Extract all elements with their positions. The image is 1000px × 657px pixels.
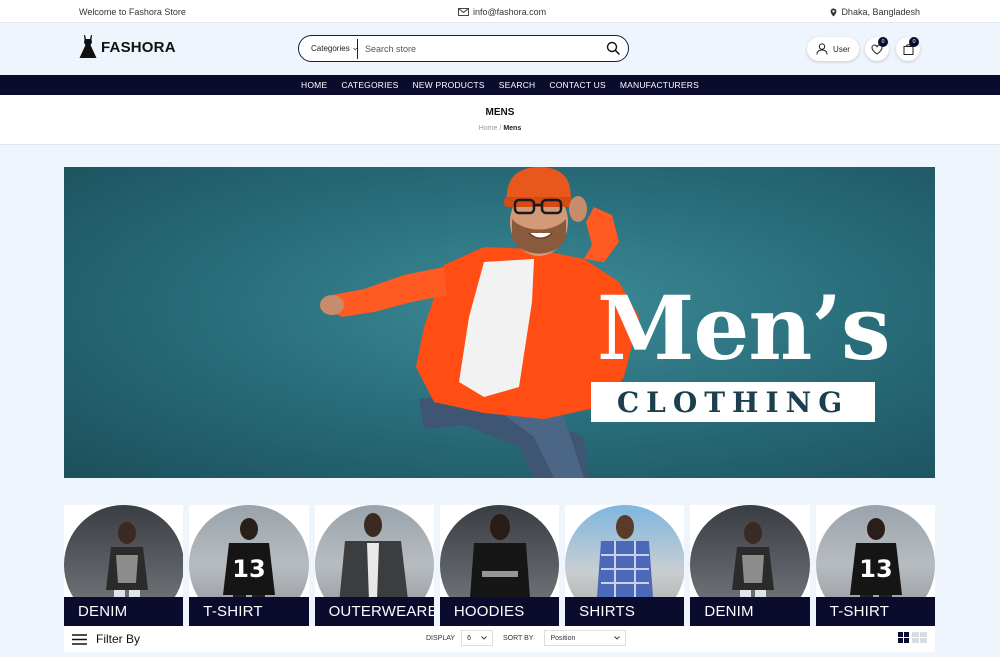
category-banner[interactable]: Men’s CLOTHING [64, 167, 935, 478]
category-label: HOODIES [439, 597, 560, 626]
display-select[interactable]: 6 [461, 630, 493, 646]
logo-text: FASHORA [101, 38, 176, 56]
mail-icon [458, 8, 469, 16]
category-label: SHIRTS [565, 597, 685, 626]
sort-control: SORT BY [503, 630, 538, 646]
location-pin-icon [831, 8, 837, 16]
store-location-text: Dhaka, Bangladesh [841, 7, 920, 17]
display-control: DISPLAY 6 SORT BY Position [426, 630, 627, 646]
category-card-t-shirt[interactable]: 13 T-SHIRT [189, 505, 309, 626]
search-bar: Categories [298, 35, 629, 62]
category-label: DENIM [64, 597, 184, 626]
category-card-outerweare[interactable]: OUTERWEARE [314, 505, 434, 626]
display-value: 6 [467, 634, 471, 642]
store-location: Dhaka, Bangladesh [830, 7, 920, 17]
banner-subline: CLOTHING [616, 385, 850, 419]
main-nav: HOME CATEGORIES NEW PRODUCTS SEARCH CONT… [0, 75, 1000, 95]
category-label: T-SHIRT [189, 597, 309, 626]
page-title: MENS [485, 107, 515, 118]
svg-text:13: 13 [233, 555, 266, 583]
menu-icon [72, 633, 87, 645]
category-card-hoodies[interactable]: HOODIES [439, 505, 560, 626]
nav-item-new-products[interactable]: NEW PRODUCTS [412, 80, 484, 90]
cart-button[interactable]: 0 [896, 37, 920, 61]
contact-email-text: info@fashora.com [473, 7, 547, 17]
filter-bar: Filter By DISPLAY 6 SORT BY Position [64, 626, 935, 652]
view-toggle [898, 632, 927, 643]
user-button-label: User [833, 44, 850, 54]
nav-item-contact-us[interactable]: CONTACT US [549, 80, 605, 90]
breadcrumb: Home / Mens [0, 125, 1000, 132]
user-button[interactable]: User [807, 37, 859, 61]
welcome-text: Welcome to Fashora Store [79, 7, 186, 17]
list-view-icon[interactable] [912, 632, 927, 643]
filter-by-label: Filter By [96, 632, 141, 646]
main-header: FASHORA Categories User 0 0 [0, 23, 1000, 75]
category-card-denim[interactable]: DENIM [64, 505, 184, 626]
chevron-down-icon [614, 636, 621, 640]
display-label: DISPLAY [426, 634, 456, 642]
contact-email[interactable]: info@fashora.com [458, 7, 546, 17]
banner-headline: Men’s [597, 276, 891, 380]
cart-count: 0 [909, 37, 919, 47]
category-select-label: Categories [311, 44, 350, 53]
nav-item-categories[interactable]: CATEGORIES [341, 80, 398, 90]
category-card-shirts[interactable]: SHIRTS [565, 505, 685, 626]
svg-text:13: 13 [859, 555, 892, 583]
dress-icon [79, 35, 97, 58]
category-list: DENIM 13 T-SHIRT OUTERWEARE HOODIES SHIR… [64, 505, 935, 626]
grid-view-icon[interactable] [898, 632, 909, 643]
wishlist-button[interactable]: 0 [865, 37, 889, 61]
category-label: DENIM [690, 597, 810, 626]
store-logo[interactable]: FASHORA [79, 35, 176, 59]
filter-by-toggle[interactable]: Filter By [72, 632, 140, 646]
nav-item-search[interactable]: SEARCH [499, 80, 536, 90]
user-icon [816, 43, 828, 55]
category-card-t-shirt-2[interactable]: 13 T-SHIRT [815, 505, 935, 626]
breadcrumb-home[interactable]: Home [479, 125, 498, 132]
wishlist-count: 0 [878, 37, 888, 47]
sort-value: Position [550, 634, 576, 642]
page-title-bar: MENS Home / Mens [0, 95, 1000, 145]
sort-label: SORT BY [502, 634, 534, 642]
search-input[interactable] [358, 43, 593, 54]
breadcrumb-current: Mens [503, 125, 522, 132]
top-bar: Welcome to Fashora Store info@fashora.co… [0, 0, 1000, 23]
breadcrumb-separator: / [499, 125, 502, 132]
category-select[interactable]: Categories [299, 44, 357, 53]
nav-item-manufacturers[interactable]: MANUFACTURERS [620, 80, 699, 90]
search-icon[interactable] [606, 41, 620, 55]
sort-select[interactable]: Position [544, 630, 627, 646]
chevron-down-icon [481, 636, 487, 640]
nav-item-home[interactable]: HOME [301, 80, 327, 90]
category-label: OUTERWEARE [314, 597, 434, 626]
category-card-denim-2[interactable]: DENIM [690, 505, 810, 626]
category-label: T-SHIRT [815, 597, 935, 626]
